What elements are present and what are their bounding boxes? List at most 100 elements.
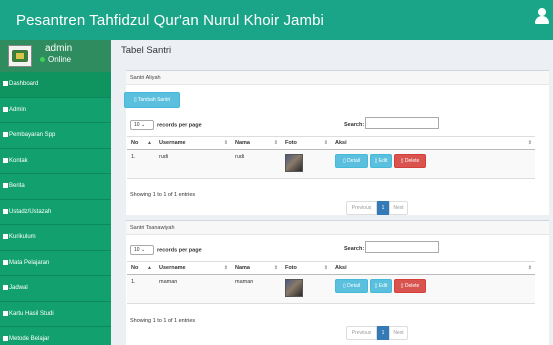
- table-row: 1. maman maman ▯ Detail ▯ Edit ▯ Delete: [127, 274, 535, 304]
- detail-button[interactable]: ▯ Detail: [335, 279, 368, 293]
- page-title: Tabel Santri: [121, 45, 172, 56]
- sidebar-item-admin[interactable]: Admin: [0, 98, 111, 123]
- student-photo: [285, 154, 303, 172]
- delete-button[interactable]: ▯ Delete: [394, 154, 426, 168]
- sidebar-item-label: Dashboard: [9, 81, 39, 87]
- square-icon: [3, 208, 8, 214]
- edit-button[interactable]: ▯ Edit: [370, 279, 392, 293]
- col-nama[interactable]: Nama ⇕: [231, 136, 281, 150]
- search-label: Search:: [344, 122, 365, 128]
- delete-button[interactable]: ▯ Delete: [394, 279, 426, 293]
- sidebar-item-pembayaran-spp[interactable]: Pembayaran Spp: [0, 123, 111, 149]
- sort-icon: ⇕: [323, 265, 328, 271]
- square-icon: [3, 183, 8, 188]
- col-label: Username: [159, 140, 186, 146]
- sidebar-item-label: Kurikulum: [9, 234, 36, 240]
- cell-nama: maman: [231, 274, 281, 304]
- cell-no: 1.: [127, 149, 155, 179]
- pagination: Previous 1 Next: [346, 326, 408, 340]
- sidebar: admin Online Dashboard Admin Pembayaran …: [0, 40, 111, 345]
- sidebar-item-ustadz[interactable]: Ustadz/Ustazah: [0, 200, 111, 225]
- col-label: Username: [159, 265, 186, 271]
- col-foto[interactable]: Foto ⇕: [281, 261, 331, 275]
- col-foto[interactable]: Foto ⇕: [281, 136, 331, 150]
- pagination-next[interactable]: Next: [389, 201, 408, 215]
- square-icon: [3, 336, 8, 341]
- top-navbar: Pesantren Tahfidzul Qur'an Nurul Khoir J…: [0, 0, 553, 40]
- edit-button[interactable]: ▯ Edit: [370, 154, 392, 168]
- records-select-value: 10: [134, 122, 140, 128]
- sort-icon: ⇕: [223, 140, 228, 146]
- records-label: records per page: [157, 122, 202, 129]
- sidebar-item-mata-pelajaran[interactable]: Mata Pelajaran: [0, 251, 111, 276]
- pagination-page-1[interactable]: 1: [377, 201, 389, 215]
- pagination-previous[interactable]: Previous: [346, 201, 377, 215]
- user-name: admin: [45, 43, 73, 54]
- records-select[interactable]: 10 ⌄: [130, 120, 154, 130]
- cell-username: rudi: [155, 149, 231, 179]
- table-santri-aliyah: No ▲ Username ⇕ Nama ⇕ Foto ⇕ Aksi ⇕ 1. rudi …: [127, 136, 535, 179]
- pagination-next[interactable]: Next: [389, 326, 408, 340]
- sidebar-item-jadwal[interactable]: Jadwal: [0, 276, 111, 302]
- sort-asc-icon: ▲: [147, 265, 152, 271]
- sidebar-item-label: Admin: [9, 106, 27, 113]
- detail-button[interactable]: ▯ Detail: [335, 154, 368, 168]
- col-username[interactable]: Username ⇕: [155, 261, 231, 275]
- records-per-page: 10 ⌄ records per page: [130, 245, 202, 255]
- sort-icon: ⇕: [527, 265, 532, 271]
- search-input[interactable]: [365, 117, 439, 129]
- col-nama[interactable]: Nama ⇕: [231, 261, 281, 275]
- sidebar-item-kurikulum[interactable]: Kurikulum: [0, 225, 111, 251]
- table-row: 1. rudi rudi ▯ Detail ▯ Edit ▯ Delete: [127, 149, 535, 179]
- main-content: Tabel Santri Santri Aliyah ▯ Tambah Sant…: [111, 40, 553, 345]
- square-icon: [3, 106, 8, 112]
- col-username[interactable]: Username ⇕: [155, 136, 231, 150]
- pagination-page-1[interactable]: 1: [377, 326, 389, 340]
- square-icon: [3, 310, 8, 316]
- user-status-label: Online: [48, 55, 72, 64]
- search-input[interactable]: [365, 241, 439, 253]
- pagination: Previous 1 Next: [346, 201, 408, 215]
- avatar: [8, 45, 32, 67]
- sidebar-item-berita[interactable]: Berita: [0, 174, 111, 200]
- box-header: Santri Aliyah: [126, 71, 549, 85]
- sort-icon: ⇕: [223, 265, 228, 271]
- square-icon: [3, 234, 8, 239]
- col-aksi[interactable]: Aksi ⇕: [331, 136, 535, 150]
- app-title[interactable]: Pesantren Tahfidzul Qur'an Nurul Khoir J…: [16, 12, 324, 29]
- records-label: records per page: [157, 247, 202, 254]
- square-icon: [3, 157, 8, 163]
- add-santri-button[interactable]: ▯ Tambah Santri: [124, 92, 180, 108]
- sidebar-item-metode-belajar[interactable]: Metode Belajar: [0, 327, 111, 345]
- square-icon: [3, 259, 8, 265]
- records-select[interactable]: 10 ⌄: [130, 245, 154, 255]
- user-icon[interactable]: [535, 8, 549, 24]
- student-photo: [285, 279, 303, 297]
- online-dot-icon: [40, 57, 45, 63]
- records-select-value: 10: [134, 247, 140, 253]
- col-no[interactable]: No ▲: [127, 261, 155, 275]
- pagination-previous[interactable]: Previous: [346, 326, 377, 340]
- sidebar-item-label: Pembayaran Spp: [9, 132, 56, 138]
- col-label: No: [131, 265, 139, 271]
- sort-asc-icon: ▲: [147, 140, 152, 146]
- col-label: Nama: [235, 265, 250, 271]
- user-panel: admin Online: [0, 40, 111, 72]
- sidebar-item-label: Ustadz/Ustazah: [9, 208, 52, 215]
- col-label: Foto: [285, 140, 297, 146]
- col-label: Foto: [285, 265, 297, 271]
- sidebar-item-label: Berita: [9, 183, 25, 189]
- sidebar-item-label: Jadwal: [9, 285, 28, 291]
- table-info: Showing 1 to 1 of 1 entries: [130, 192, 196, 198]
- cell-username: maman: [155, 274, 231, 304]
- sort-icon: ⇕: [273, 140, 278, 146]
- sort-icon: ⇕: [527, 140, 532, 146]
- sidebar-item-label: Kartu Hasil Studi: [9, 310, 54, 317]
- sidebar-item-kontak[interactable]: Kontak: [0, 149, 111, 174]
- col-aksi[interactable]: Aksi ⇕: [331, 261, 535, 275]
- col-no[interactable]: No ▲: [127, 136, 155, 150]
- search-label: Search:: [344, 246, 365, 252]
- sidebar-item-dashboard[interactable]: Dashboard: [0, 72, 111, 98]
- table-info: Showing 1 to 1 of 1 entries: [130, 318, 196, 324]
- sidebar-item-kartu-hasil-studi[interactable]: Kartu Hasil Studi: [0, 302, 111, 327]
